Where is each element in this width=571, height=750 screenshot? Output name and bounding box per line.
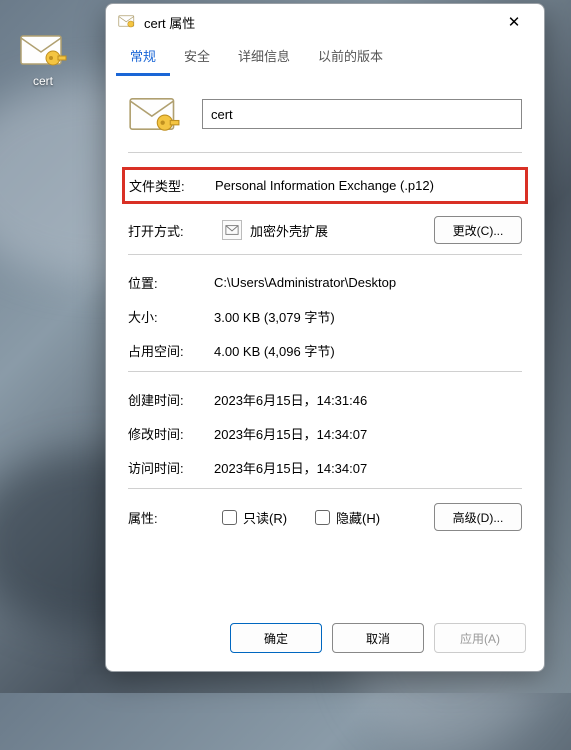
readonly-checkbox[interactable]: 只读(R)	[222, 508, 287, 527]
dialog-title: cert 属性	[144, 13, 492, 32]
hidden-checkbox[interactable]: 隐藏(H)	[315, 508, 380, 527]
certificate-file-icon	[118, 13, 136, 31]
size-on-disk-label: 占用空间:	[128, 341, 214, 360]
divider	[128, 371, 522, 372]
tab-security[interactable]: 安全	[170, 40, 224, 76]
open-with-row: 打开方式: 加密外壳扩展 更改(C)...	[128, 216, 522, 244]
app-icon	[222, 220, 242, 240]
modified-label: 修改时间:	[128, 424, 214, 443]
tab-content-general: 文件类型: Personal Information Exchange (.p1…	[106, 76, 544, 611]
file-type-value: Personal Information Exchange (.p12)	[215, 178, 521, 193]
tab-previous-versions[interactable]: 以前的版本	[304, 40, 397, 76]
certificate-file-icon	[19, 30, 67, 70]
size-label: 大小:	[128, 307, 214, 326]
readonly-label: 只读(R)	[243, 508, 287, 527]
tab-details[interactable]: 详细信息	[224, 40, 304, 76]
size-value: 3.00 KB (3,079 字节)	[214, 307, 522, 326]
open-with-label: 打开方式:	[128, 221, 214, 240]
divider	[128, 254, 522, 255]
created-value: 2023年6月15日，14:31:46	[214, 390, 522, 409]
location-value: C:\Users\Administrator\Desktop	[214, 275, 522, 290]
checkbox-icon	[222, 510, 237, 525]
change-app-button[interactable]: 更改(C)...	[434, 216, 522, 244]
attributes-row: 属性: 只读(R) 隐藏(H) 高级(D)...	[128, 503, 522, 531]
hidden-label: 隐藏(H)	[336, 508, 380, 527]
size-on-disk-value: 4.00 KB (4,096 字节)	[214, 341, 522, 360]
checkbox-icon	[315, 510, 330, 525]
file-type-row: 文件类型: Personal Information Exchange (.p1…	[122, 167, 528, 204]
created-label: 创建时间:	[128, 390, 214, 409]
file-type-label: 文件类型:	[129, 176, 215, 195]
file-name-input[interactable]	[202, 99, 522, 129]
certificate-file-icon	[128, 92, 180, 136]
divider	[128, 488, 522, 489]
open-with-app: 加密外壳扩展	[250, 221, 328, 240]
modified-value: 2023年6月15日，14:34:07	[214, 424, 522, 443]
properties-dialog: cert 属性 ✕ 常规 安全 详细信息 以前的版本 文件类型	[105, 3, 545, 672]
desktop-shortcut-cert[interactable]: cert	[8, 30, 78, 88]
accessed-value: 2023年6月15日，14:34:07	[214, 458, 522, 477]
cancel-button[interactable]: 取消	[332, 623, 424, 653]
close-icon: ✕	[508, 13, 521, 31]
ok-button[interactable]: 确定	[230, 623, 322, 653]
titlebar: cert 属性 ✕	[106, 4, 544, 40]
tab-general[interactable]: 常规	[116, 40, 170, 76]
tab-bar: 常规 安全 详细信息 以前的版本	[106, 40, 544, 76]
dialog-footer: 确定 取消 应用(A)	[106, 611, 544, 671]
advanced-button[interactable]: 高级(D)...	[434, 503, 522, 531]
location-label: 位置:	[128, 273, 214, 292]
desktop-shortcut-label: cert	[8, 74, 78, 88]
apply-button[interactable]: 应用(A)	[434, 623, 526, 653]
close-button[interactable]: ✕	[492, 7, 536, 37]
divider	[128, 152, 522, 153]
accessed-label: 访问时间:	[128, 458, 214, 477]
attributes-label: 属性:	[128, 508, 214, 527]
